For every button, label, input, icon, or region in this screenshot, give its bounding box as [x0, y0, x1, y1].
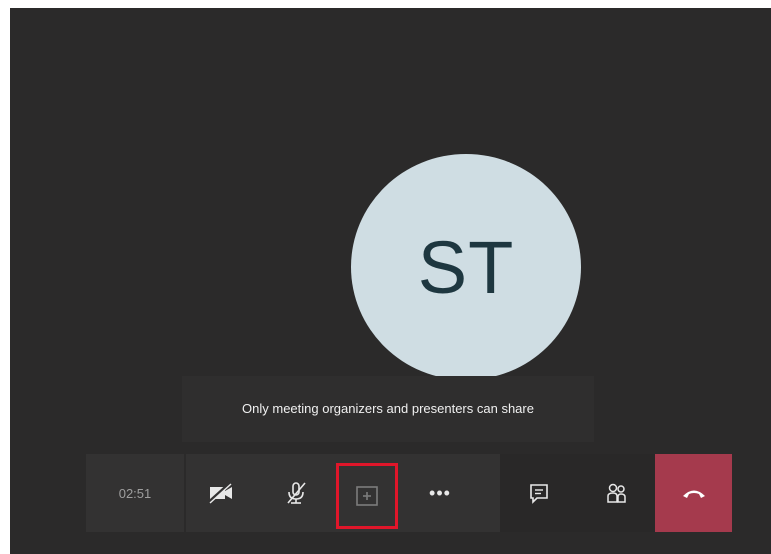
chat-icon	[528, 482, 550, 504]
call-actions-bar	[500, 454, 732, 532]
hang-up-icon	[681, 487, 707, 499]
camera-off-icon	[208, 482, 234, 504]
participants-button[interactable]	[578, 454, 655, 532]
call-controls-bar: 02:51 •••	[86, 454, 500, 532]
mic-off-icon	[285, 481, 307, 505]
participant-avatar: ST	[351, 154, 581, 380]
share-tooltip-text: Only meeting organizers and presenters c…	[242, 401, 534, 416]
share-screen-icon	[355, 485, 379, 507]
share-button[interactable]	[336, 463, 398, 529]
meeting-stage: ST Only meeting organizers and presenter…	[10, 8, 771, 554]
camera-off-button[interactable]	[186, 454, 256, 532]
more-button[interactable]: •••	[398, 454, 482, 532]
hang-up-button[interactable]	[655, 454, 732, 532]
participants-icon	[605, 482, 629, 504]
call-timer: 02:51	[86, 454, 184, 532]
share-tooltip: Only meeting organizers and presenters c…	[182, 376, 594, 442]
avatar-initials: ST	[417, 225, 515, 309]
chat-button[interactable]	[500, 454, 578, 532]
more-icon: •••	[429, 482, 451, 503]
mic-off-button[interactable]	[256, 454, 336, 532]
